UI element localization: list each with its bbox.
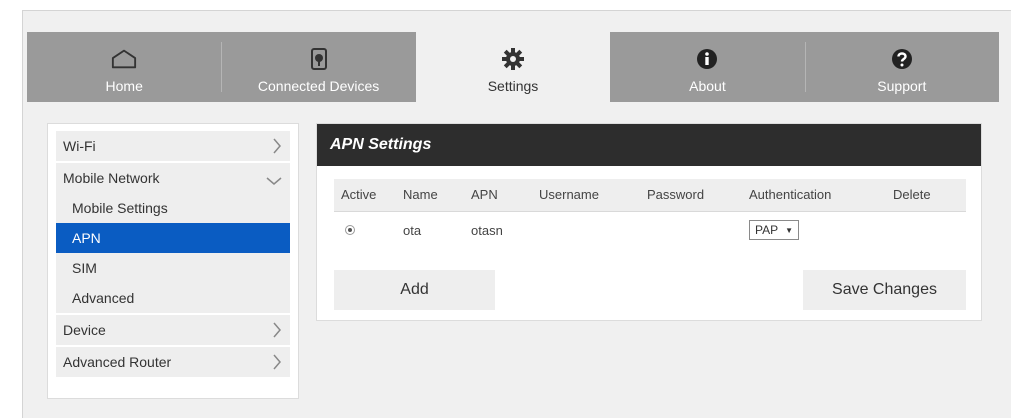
- table-row: ota otasn PAP ▼: [334, 211, 966, 249]
- column-header-password: Password: [647, 179, 749, 212]
- top-nav: Home Connected Devices Settings About Su…: [27, 32, 999, 102]
- apn-settings-panel: APN Settings Active Name APN Username Pa…: [316, 123, 982, 321]
- sidebar-subitem-label: Advanced: [72, 290, 135, 306]
- apn-cell: otasn: [471, 222, 503, 238]
- sidebar-subitem-advanced[interactable]: Advanced: [56, 283, 290, 313]
- chevron-right-icon: [272, 138, 282, 157]
- chevron-right-icon: [272, 354, 282, 373]
- apn-table: Active Name APN Username Password Authen…: [334, 179, 966, 249]
- tab-about-label: About: [689, 78, 726, 94]
- help-icon: [889, 46, 915, 72]
- authentication-select[interactable]: PAP ▼: [749, 220, 799, 241]
- column-header-active: Active: [334, 179, 403, 212]
- sidebar-item-label: Mobile Network: [63, 170, 160, 186]
- tab-home[interactable]: Home: [27, 32, 221, 102]
- authentication-value: PAP: [755, 223, 779, 238]
- sidebar-subitem-label: APN: [72, 230, 101, 246]
- sidebar: Wi-Fi Mobile Network Mobile Settings APN…: [47, 123, 299, 399]
- active-radio[interactable]: [345, 224, 355, 235]
- panel-title: APN Settings: [317, 124, 981, 166]
- column-header-name: Name: [403, 179, 471, 212]
- sidebar-subitem-apn[interactable]: APN: [56, 223, 290, 253]
- tab-connected-devices-label: Connected Devices: [257, 78, 380, 94]
- home-icon: [111, 46, 137, 72]
- tab-settings[interactable]: Settings: [415, 32, 611, 102]
- tab-home-label: Home: [105, 78, 143, 94]
- connected-devices-icon: [306, 46, 332, 72]
- sidebar-item-mobile-network[interactable]: Mobile Network: [56, 163, 290, 193]
- delete-cell: [893, 211, 966, 249]
- username-cell: [539, 211, 647, 249]
- add-button[interactable]: Add: [334, 270, 495, 310]
- column-header-username: Username: [539, 179, 647, 212]
- sidebar-item-wifi[interactable]: Wi-Fi: [56, 131, 290, 161]
- column-header-authentication: Authentication: [749, 179, 893, 212]
- sidebar-subitem-label: Mobile Settings: [72, 200, 168, 216]
- sidebar-item-device[interactable]: Device: [56, 315, 290, 345]
- tab-settings-label: Settings: [487, 78, 539, 94]
- table-header-row: Active Name APN Username Password Authen…: [334, 179, 966, 212]
- name-cell: ota: [403, 222, 422, 238]
- tab-support-label: Support: [877, 78, 927, 94]
- sidebar-subitem-label: SIM: [72, 260, 97, 276]
- save-changes-button[interactable]: Save Changes: [803, 270, 966, 310]
- tab-about[interactable]: About: [610, 32, 804, 102]
- sidebar-subitem-sim[interactable]: SIM: [56, 253, 290, 283]
- chevron-down-icon: [266, 173, 282, 189]
- gear-icon: [500, 46, 526, 72]
- authentication-cell: PAP ▼: [749, 211, 893, 249]
- info-icon: [694, 46, 720, 72]
- tab-connected-devices[interactable]: Connected Devices: [221, 32, 415, 102]
- sidebar-subitem-mobile-settings[interactable]: Mobile Settings: [56, 193, 290, 223]
- column-header-apn: APN: [471, 179, 539, 212]
- column-header-delete: Delete: [893, 179, 966, 212]
- chevron-right-icon: [272, 322, 282, 341]
- sidebar-item-label: Device: [63, 322, 106, 338]
- sidebar-item-label: Advanced Router: [63, 354, 172, 370]
- sidebar-item-advanced-router[interactable]: Advanced Router: [56, 347, 290, 377]
- tab-support[interactable]: Support: [804, 32, 999, 102]
- sidebar-item-label: Wi-Fi: [63, 138, 96, 154]
- dropdown-arrow-icon: ▼: [785, 225, 793, 235]
- password-cell: [647, 211, 749, 249]
- active-cell: [334, 211, 403, 249]
